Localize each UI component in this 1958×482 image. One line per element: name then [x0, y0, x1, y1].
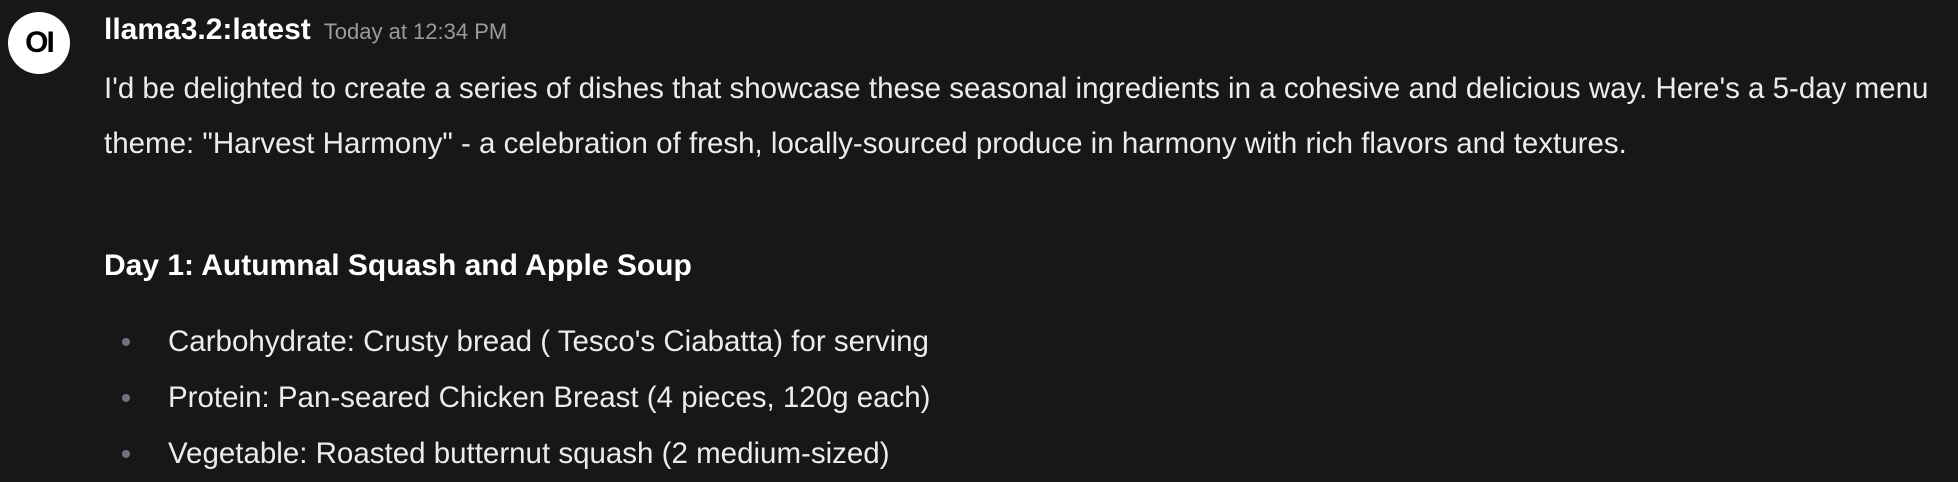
message-timestamp: Today at 12:34 PM — [323, 19, 508, 44]
bullet-icon — [122, 394, 130, 402]
list-item-text: Protein: Pan-seared Chicken Breast (4 pi… — [168, 381, 931, 414]
list-item: Vegetable: Roasted butternut squash (2 m… — [104, 426, 931, 482]
list-item-text: Vegetable: Roasted butternut squash (2 m… — [168, 437, 890, 470]
model-name[interactable]: llama3.2:latest — [104, 10, 311, 50]
avatar: OI — [8, 12, 70, 74]
list-item: Carbohydrate: Crusty bread ( Tesco's Cia… — [104, 314, 931, 370]
bullet-icon — [122, 450, 130, 458]
list-item-text: Carbohydrate: Crusty bread ( Tesco's Cia… — [168, 325, 929, 358]
message-header: llama3.2:latest Today at 12:34 PM — [104, 10, 507, 50]
list-item: Protein: Pan-seared Chicken Breast (4 pi… — [104, 370, 931, 426]
intro-paragraph: I'd be delighted to create a series of d… — [104, 72, 1929, 160]
bullet-icon — [122, 338, 130, 346]
ingredient-list: Carbohydrate: Crusty bread ( Tesco's Cia… — [104, 314, 931, 482]
model-logo-icon: OI — [25, 26, 55, 59]
day-heading: Day 1: Autumnal Squash and Apple Soup — [104, 249, 692, 282]
